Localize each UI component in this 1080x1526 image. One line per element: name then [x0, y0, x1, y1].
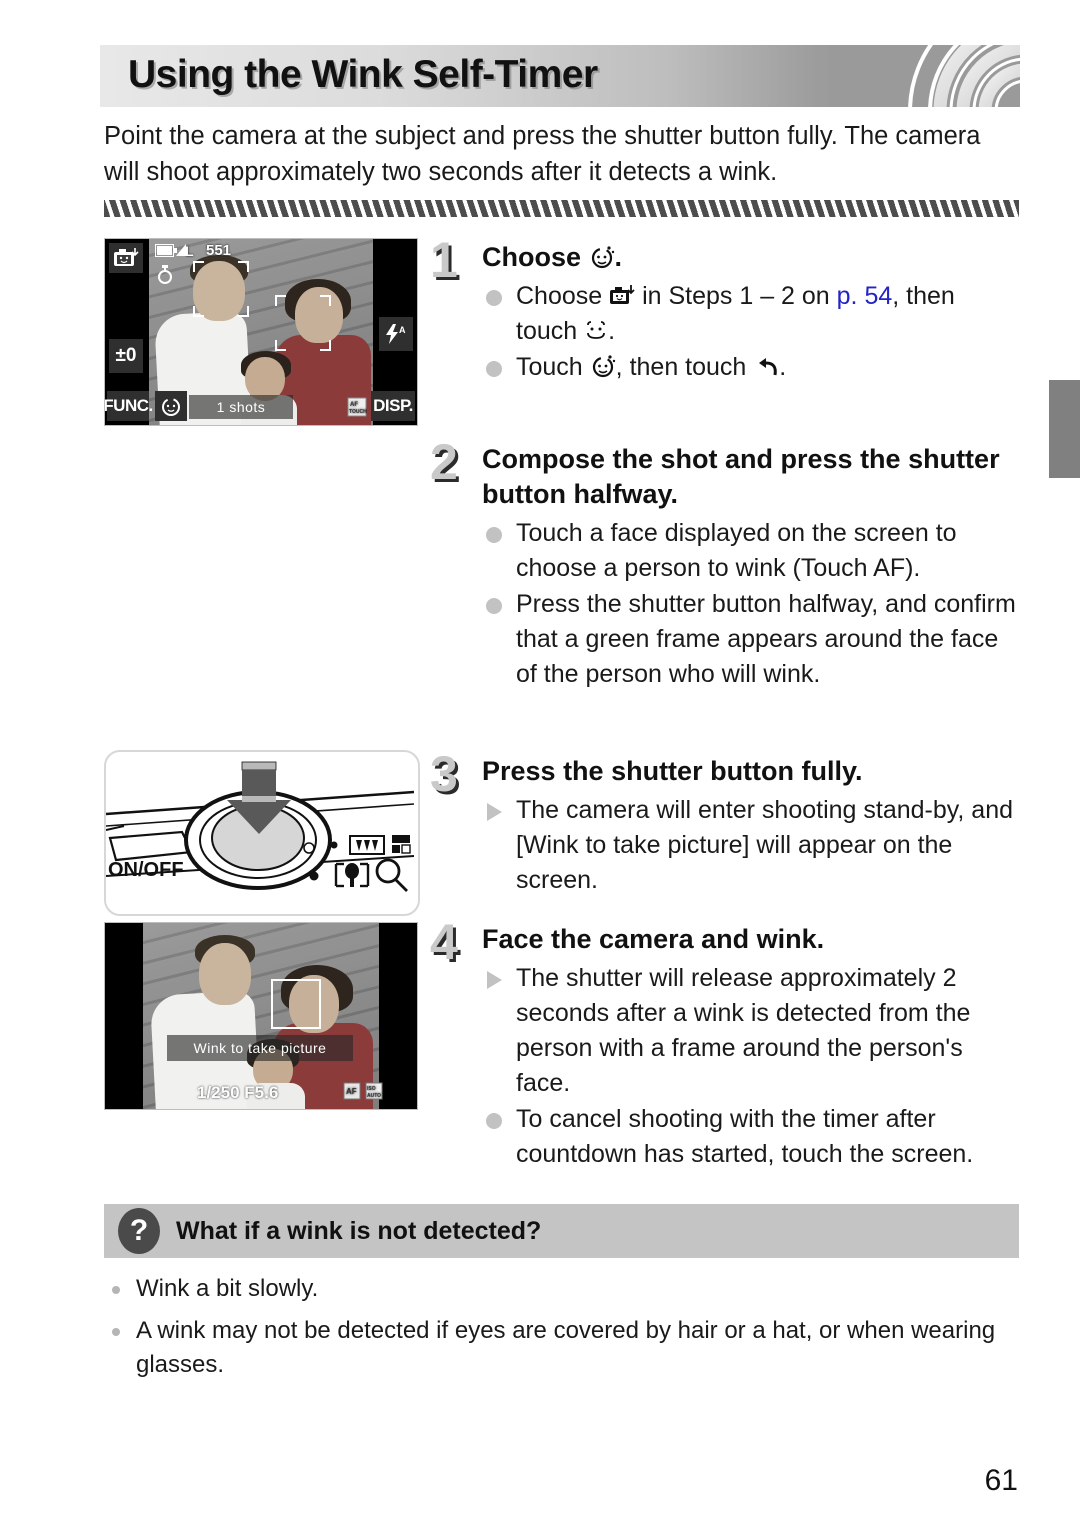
step-2-number: 2 [430, 434, 458, 490]
battery-icon [155, 244, 177, 260]
page-title: Using the Wink Self-Timer [128, 53, 598, 97]
exposure-compensation-button[interactable]: ±0 [109, 339, 143, 373]
step-2-body: Touch a face displayed on the screen to … [482, 516, 1020, 692]
face-detect-frame-woman[interactable] [275, 295, 331, 351]
page-reference-link[interactable]: p. 54 [837, 282, 893, 310]
step-2-bullet-2: Press the shutter button halfway, and co… [482, 587, 1020, 692]
step-4-body: The shutter will release approximately 2… [482, 961, 1020, 1172]
svg-text:AUTO: AUTO [367, 1093, 381, 1099]
intro-paragraph: Point the camera at the subject and pres… [104, 122, 981, 186]
touch-af-icon: AF TOUCH [347, 397, 367, 420]
page-number: 61 [984, 1464, 1018, 1497]
step-2-bullet-1: Touch a face displayed on the screen to … [482, 516, 1020, 586]
touch-shutter-icon: ISO AUTO [365, 1082, 383, 1103]
bullet-text-2b: , then touch [615, 353, 754, 381]
step-4-title: Face the camera and wink. [482, 924, 825, 954]
figure-lcd-step4: Wink to take picture 1/250 F5.6 AF ISO AU… [104, 922, 418, 1110]
qa-section-header: ? What if a wink is not detected? [104, 1204, 1019, 1258]
smart-shutter-icon [609, 283, 635, 307]
svg-text:AF: AF [350, 402, 358, 408]
qa-items-list: Wink a bit slowly. A wink may not be det… [104, 1272, 1019, 1390]
photo-man-head [199, 943, 251, 1005]
step-1: 1 Choose . Choose in Steps 1 – 2 on p. 5… [430, 232, 1020, 386]
qa-item: A wink may not be detected if eyes are c… [104, 1314, 1019, 1382]
step-4-bullet-1: The shutter will release approximately 2… [482, 961, 1020, 1101]
bullet-text-2c: . [779, 353, 787, 381]
bullet-text-1b: in Steps 1 – 2 on [635, 282, 837, 310]
step-1-title-suffix: . [614, 242, 623, 272]
wink-self-timer-button[interactable] [155, 391, 187, 421]
svg-text:AF: AF [346, 1087, 357, 1096]
wink-self-timer-icon [590, 353, 616, 379]
camera-top-shutter-button: ON/OFF [104, 750, 420, 916]
qa-item: Wink a bit slowly. [104, 1272, 1019, 1306]
func-button[interactable]: FUNC. [105, 391, 153, 421]
step-3: 3 Press the shutter button fully. The ca… [430, 746, 1020, 899]
wink-target-face-frame[interactable] [271, 979, 321, 1029]
step-4: 4 Face the camera and wink. The shutter … [430, 914, 1020, 1173]
striped-divider [104, 200, 1019, 217]
step-1-bullet-1: Choose in Steps 1 – 2 on p. 54, then tou… [482, 279, 1020, 349]
bullet-text-2a: Touch [516, 353, 590, 381]
step-3-title: Press the shutter button fully. [482, 756, 863, 786]
bullet-text-1a: Choose [516, 282, 610, 310]
step-3-number: 3 [430, 746, 458, 802]
step-2-title: Compose the shot and press the shutter b… [482, 444, 1000, 509]
step-4-bullet-2: To cancel shooting with the timer after … [482, 1102, 1020, 1172]
step-1-body: Choose in Steps 1 – 2 on p. 54 , then tou… [482, 279, 1020, 385]
wink-face-icon [584, 318, 608, 342]
svg-text:TOUCH: TOUCH [349, 409, 367, 415]
figure-lcd-step1: L 551 ±0 FUNC. A DISP. 1 shots AF TOUCH [104, 238, 418, 426]
step-1-title-text: Choose [482, 242, 582, 272]
svg-text:ON/OFF: ON/OFF [108, 859, 184, 881]
page-header-banner: Using the Wink Self-Timer [100, 45, 1020, 107]
chapter-side-tab [1049, 380, 1080, 478]
shots-banner: 1 shots [189, 395, 293, 419]
disp-button[interactable]: DISP. [371, 391, 415, 421]
exposure-readout: 1/250 F5.6 [197, 1083, 279, 1102]
step-1-number: 1 [430, 232, 458, 288]
wink-standby-banner: Wink to take picture [167, 1035, 353, 1061]
step-3-bullet-1: The camera will enter shooting stand-by,… [482, 793, 1020, 898]
figure-camera-top: ON/OFF [104, 750, 420, 916]
svg-text:ISO: ISO [367, 1086, 376, 1092]
qa-title: What if a wink is not detected? [176, 1216, 542, 1245]
step-1-title: Choose . [482, 238, 1020, 275]
shooting-mode-button[interactable] [109, 243, 143, 273]
touch-af-icon: AF [343, 1082, 361, 1103]
question-mark-icon: ? [118, 1208, 160, 1254]
step-2: 2 Compose the shot and press the shutter… [430, 434, 1020, 693]
camera-lcd-wink-standby: Wink to take picture 1/250 F5.6 AF ISO AU… [104, 922, 418, 1110]
bullet-text-1d: . [608, 317, 616, 345]
face-detect-frame-man[interactable] [193, 261, 249, 317]
lens-arcs-icon [830, 45, 1020, 107]
step-3-body: The camera will enter shooting stand-by,… [482, 793, 1020, 898]
step-1-bullet-2: Touch , then touch . [482, 350, 1020, 385]
shots-remaining: 551 [206, 242, 232, 259]
back-arrow-icon [753, 354, 779, 376]
svg-text:A: A [399, 325, 406, 335]
flash-auto-button[interactable]: A [379, 317, 413, 351]
self-timer-icon [157, 265, 173, 288]
wink-self-timer-icon [589, 244, 615, 270]
camera-lcd-face-detection: L 551 ±0 FUNC. A DISP. 1 shots AF TOUCH [104, 238, 418, 426]
step-4-number: 4 [430, 914, 458, 970]
compression-icon [175, 243, 187, 260]
